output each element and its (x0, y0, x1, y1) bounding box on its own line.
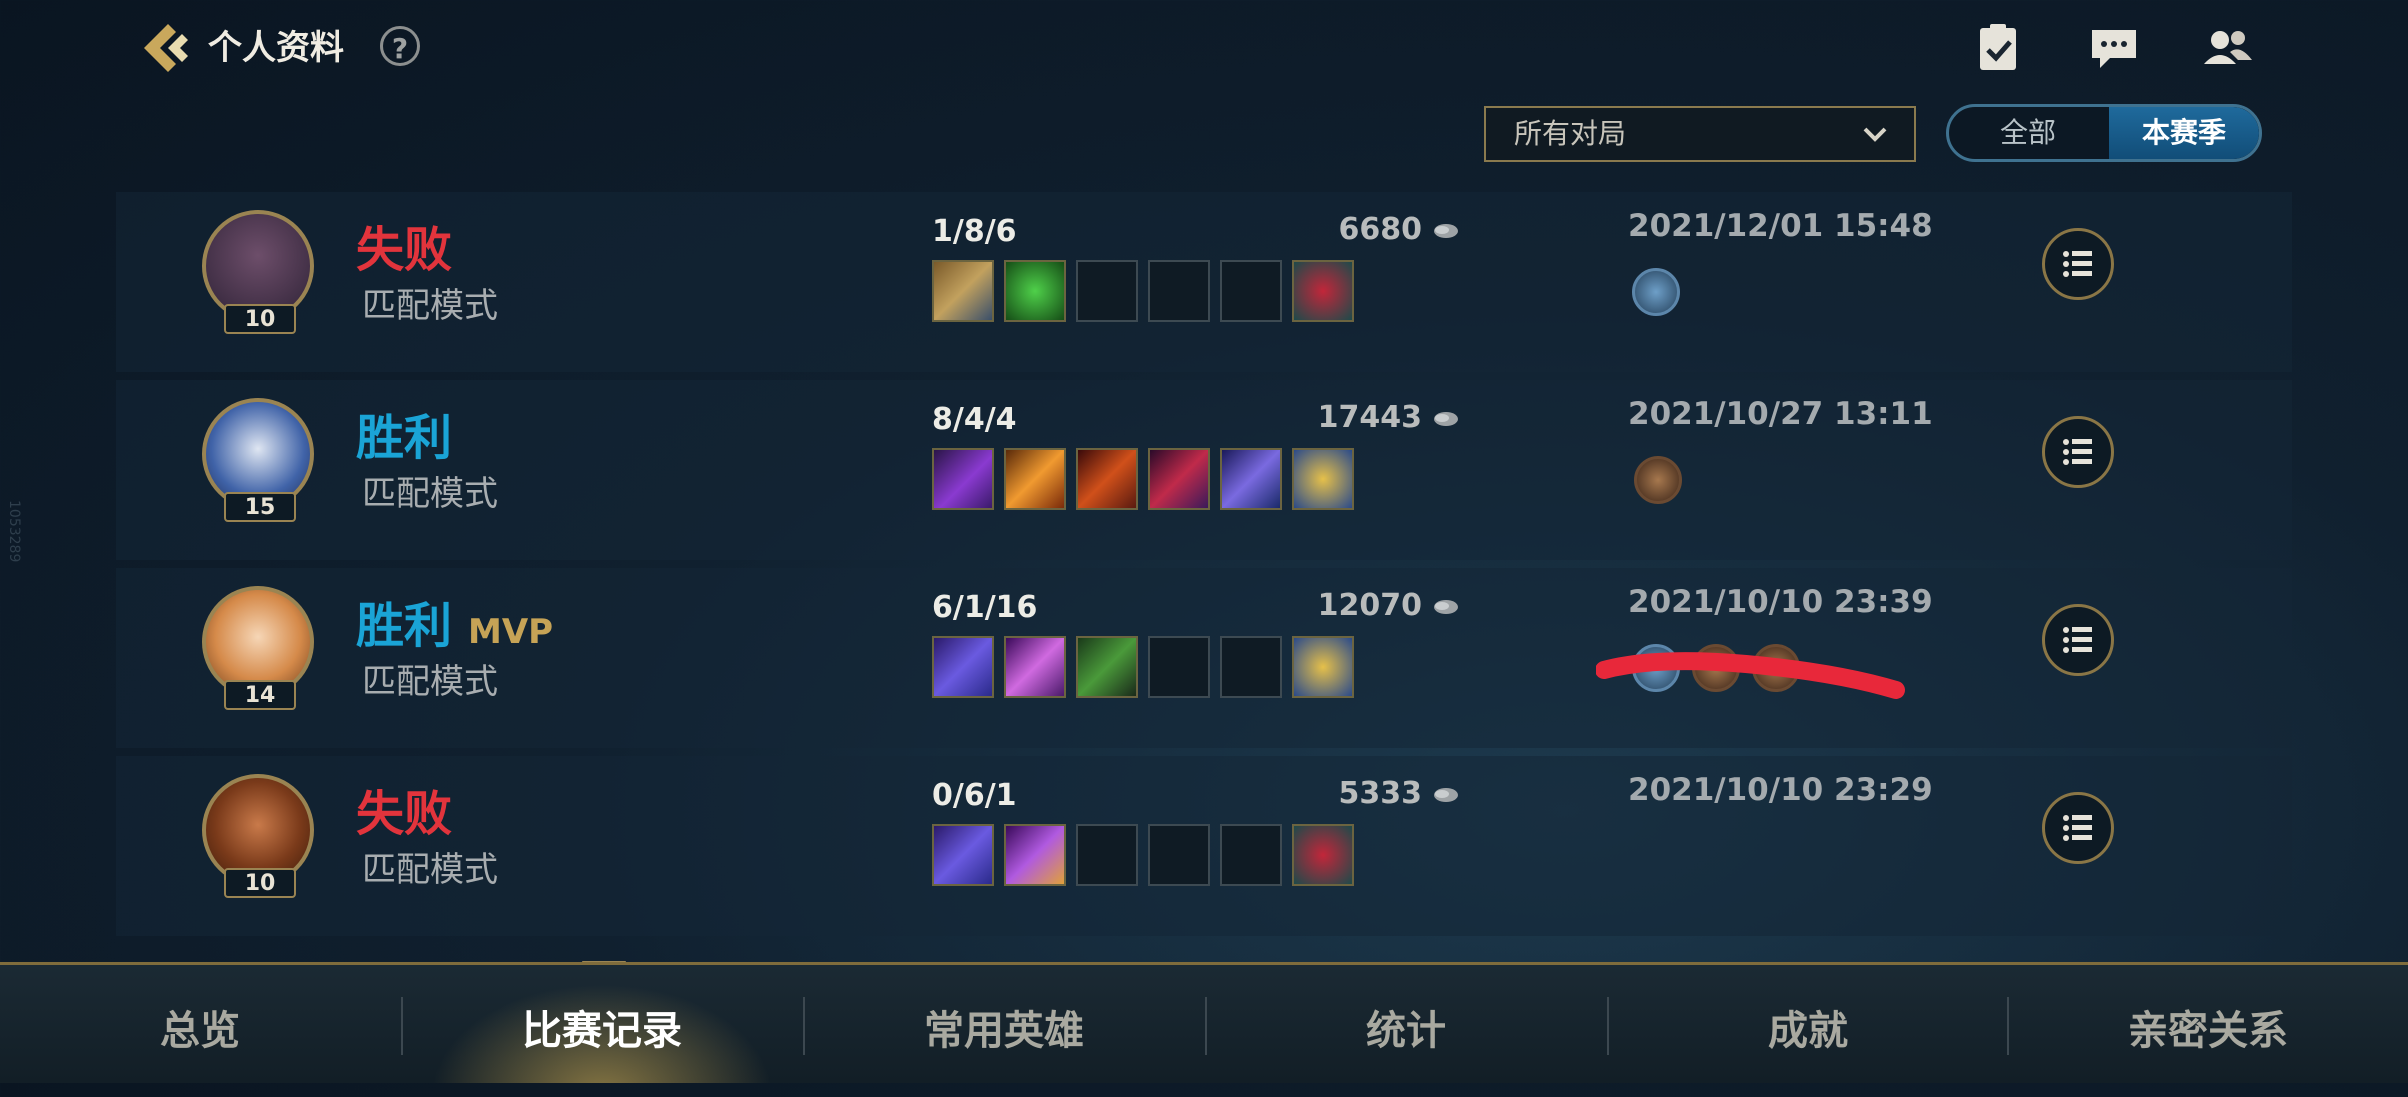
list-icon (2063, 251, 2092, 277)
list-icon (2063, 439, 2092, 465)
match-date: 2021/10/10 23:39 (1628, 584, 1933, 620)
tab-statistics[interactable]: 统计 (1206, 965, 1606, 1083)
item-slot (1004, 636, 1066, 698)
kda: 1/8/6 (932, 214, 1017, 249)
item-slot (932, 636, 994, 698)
match-row[interactable]: 10 失败 匹配模式 0/6/1 5333 2021/10/10 23:29 (116, 756, 2292, 936)
kda: 6/1/16 (932, 590, 1038, 625)
chevron-down-icon (1863, 127, 1887, 142)
match-date: 2021/10/10 23:29 (1628, 772, 1933, 808)
item-slot-empty (1076, 824, 1138, 886)
tab-relationships[interactable]: 亲密关系 (2008, 965, 2408, 1083)
friends-button[interactable] (2200, 22, 2256, 74)
trinket-item (1292, 636, 1354, 698)
item-slot-empty (1076, 260, 1138, 322)
kda: 0/6/1 (932, 778, 1017, 813)
achievement-badge-icon (1634, 456, 1682, 504)
champion-level-badge: 10 (224, 868, 296, 898)
match-date: 2021/12/01 15:48 (1628, 208, 1933, 244)
checklist-icon (1980, 24, 2016, 70)
page-title: 个人资料 (208, 28, 344, 68)
trinket-item (1292, 448, 1354, 510)
item-slot (1076, 636, 1138, 698)
champion-level-badge: 14 (224, 680, 296, 710)
gold-earned: 12070 (1317, 588, 1422, 623)
item-slot (1004, 448, 1066, 510)
list-icon (2063, 815, 2092, 841)
achievement-badge-icon (1632, 268, 1680, 316)
match-row[interactable]: 14 胜利 MVP 匹配模式 6/1/16 12070 2021/10/10 2… (116, 568, 2292, 748)
gold-earned: 5333 (1338, 776, 1423, 811)
match-details-button[interactable] (2042, 416, 2114, 488)
tab-all[interactable]: 全部 (1949, 107, 2107, 159)
item-slot (1004, 260, 1066, 322)
champion-level-badge: 15 (224, 492, 296, 522)
back-arrow-icon (144, 24, 188, 72)
champion-avatar: 10 (202, 210, 318, 350)
gold-coin-icon (1434, 600, 1458, 614)
item-slot (932, 448, 994, 510)
match-result: 胜利 (356, 410, 453, 466)
match-details-button[interactable] (2042, 792, 2114, 864)
item-slot-empty (1148, 260, 1210, 322)
chat-button[interactable] (2086, 22, 2142, 74)
chat-icon (2092, 30, 2136, 68)
help-icon[interactable]: ? (380, 26, 420, 66)
mvp-badge: MVP (468, 612, 554, 652)
item-slot (1148, 448, 1210, 510)
gold-coin-icon (1434, 788, 1458, 802)
list-icon (2063, 627, 2092, 653)
red-annotation-scribble (1596, 652, 1905, 699)
game-mode: 匹配模式 (362, 850, 498, 890)
item-slot (932, 824, 994, 886)
item-slot-empty (1220, 260, 1282, 322)
kda: 8/4/4 (932, 402, 1017, 437)
game-mode: 匹配模式 (362, 662, 498, 702)
match-result: 失败 (356, 222, 453, 278)
item-slot (1004, 824, 1066, 886)
game-mode: 匹配模式 (362, 474, 498, 514)
tab-overview[interactable]: 总览 (0, 965, 400, 1083)
match-row[interactable]: 15 胜利 匹配模式 8/4/4 17443 2021/10/27 13:11 (116, 380, 2292, 560)
match-date: 2021/10/27 13:11 (1628, 396, 1933, 432)
friends-icon (2204, 31, 2252, 64)
item-slot-empty (1220, 824, 1282, 886)
gold-coin-icon (1434, 412, 1458, 426)
match-details-button[interactable] (2042, 228, 2114, 300)
item-slot-empty (1220, 636, 1282, 698)
back-button[interactable] (138, 18, 194, 78)
match-result: 胜利 (356, 598, 453, 654)
boots-item (1292, 260, 1354, 322)
item-slot-empty (1148, 636, 1210, 698)
gold-earned: 17443 (1317, 400, 1422, 435)
item-slot (1220, 448, 1282, 510)
match-details-button[interactable] (2042, 604, 2114, 676)
boots-item (1292, 824, 1354, 886)
gold-coin-icon (1434, 224, 1458, 238)
gold-earned: 6680 (1338, 212, 1423, 247)
tab-achievements[interactable]: 成就 (1608, 965, 2008, 1083)
item-slot (1076, 448, 1138, 510)
champion-avatar: 15 (202, 398, 318, 538)
match-filter-dropdown[interactable]: 所有对局 (1484, 106, 1916, 162)
season-toggle[interactable]: 全部 本赛季 (1946, 104, 2262, 162)
match-row[interactable]: 10 失败 匹配模式 1/8/6 6680 2021/12/01 15:48 (116, 192, 2292, 372)
tab-favorite-champions[interactable]: 常用英雄 (804, 965, 1204, 1083)
filter-selected-label: 所有对局 (1514, 117, 1627, 150)
watermark-text: 1053289 (6, 500, 22, 563)
tab-current-season[interactable]: 本赛季 (2109, 107, 2259, 159)
bottom-nav: 总览 比赛记录 常用英雄 统计 成就 亲密关系 (0, 962, 2408, 1083)
tab-match-history[interactable]: 比赛记录 (402, 965, 802, 1083)
missions-button[interactable] (1970, 22, 2026, 74)
champion-avatar: 10 (202, 774, 318, 914)
item-slot-empty (1148, 824, 1210, 886)
item-slot (932, 260, 994, 322)
champion-avatar: 14 (202, 586, 318, 726)
game-mode: 匹配模式 (362, 286, 498, 326)
match-result: 失败 (356, 786, 453, 842)
champion-level-badge: 10 (224, 304, 296, 334)
